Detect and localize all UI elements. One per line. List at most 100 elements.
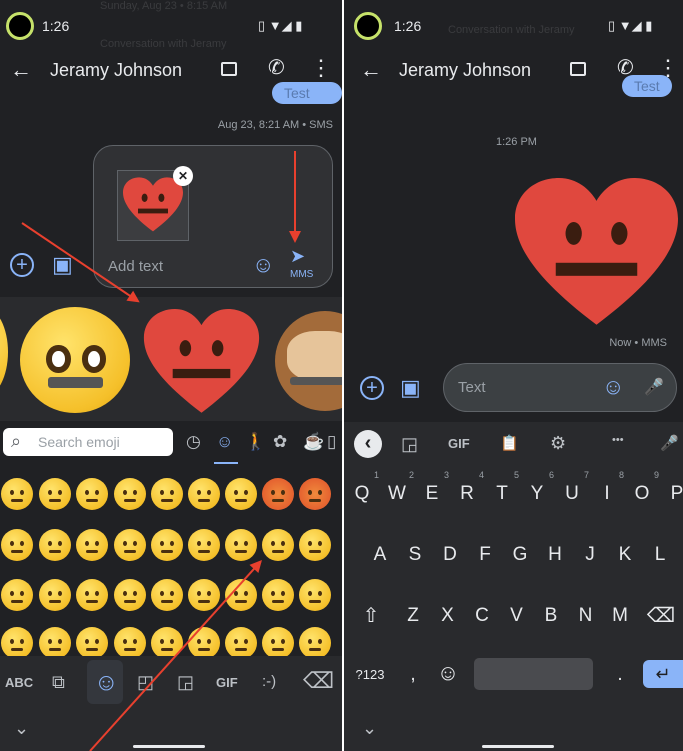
sent-heart-zipper-emoji[interactable] — [515, 178, 678, 328]
key-y[interactable]: Y6 — [522, 470, 554, 515]
emoji-tab-button[interactable]: ☺ — [87, 660, 123, 704]
emoji-exploding-head[interactable] — [299, 579, 331, 611]
key-k[interactable]: K — [610, 534, 640, 576]
key-m[interactable]: M — [605, 595, 635, 637]
text-input[interactable]: Text ☺ 🎤 — [443, 363, 677, 412]
key-s[interactable]: S — [400, 534, 430, 576]
emoji-worried[interactable] — [114, 529, 146, 561]
emoji-pouting[interactable] — [262, 478, 294, 510]
key-d[interactable]: D — [435, 534, 465, 576]
emoji-disappointed[interactable] — [114, 627, 146, 659]
emoji-angry[interactable] — [225, 478, 257, 510]
toolbar-back-button[interactable]: ‹ — [354, 430, 382, 458]
clipboard-icon[interactable]: 📋 — [500, 434, 519, 454]
space-key[interactable] — [474, 658, 593, 690]
emoji-astonished[interactable] — [188, 579, 220, 611]
shift-key[interactable]: ⇧ — [356, 595, 386, 637]
back-icon[interactable]: ← — [10, 59, 32, 81]
suggestion-partial[interactable] — [0, 307, 8, 397]
emoji-tired[interactable] — [262, 627, 294, 659]
category-smileys-icon[interactable]: ☺ — [216, 432, 233, 452]
backspace-key[interactable]: ⌫ — [646, 595, 676, 637]
add-attachment-button[interactable]: + — [10, 253, 34, 277]
gallery-icon[interactable]: ▣ — [400, 375, 421, 401]
emoji-monocle[interactable] — [76, 478, 108, 510]
key-i[interactable]: I8 — [592, 470, 624, 515]
emoji-grimacing[interactable] — [188, 529, 220, 561]
key-o[interactable]: O9 — [627, 470, 659, 515]
emoji-flushed[interactable] — [225, 529, 257, 561]
more-options-icon[interactable]: ••• — [612, 434, 624, 446]
key-e[interactable]: E3 — [417, 470, 449, 515]
add-attachment-button[interactable]: + — [360, 376, 384, 400]
message-bubble[interactable]: Test — [272, 82, 342, 104]
emoji-icon[interactable]: ☺ — [602, 374, 624, 400]
emoji-downcast-sweat[interactable] — [76, 627, 108, 659]
key-n[interactable]: N — [571, 595, 601, 637]
key-t[interactable]: T5 — [487, 470, 519, 515]
suggestion-heart-zipper[interactable] — [143, 309, 260, 415]
key-x[interactable]: X — [433, 595, 463, 637]
compose-box[interactable]: ✕ Add text ☺ ➤ MMS — [93, 145, 333, 288]
key-l[interactable]: L — [645, 534, 675, 576]
send-mms-label[interactable]: MMS — [290, 269, 313, 280]
suggestion-pleading-zipper[interactable] — [20, 307, 130, 413]
key-h[interactable]: H — [540, 534, 570, 576]
category-people-icon[interactable]: 🚶 — [245, 432, 266, 452]
voice-input-icon[interactable]: 🎤 — [660, 434, 679, 454]
emoji-cursing[interactable] — [299, 478, 331, 510]
back-icon[interactable]: ← — [360, 59, 382, 81]
emoji-slightly-frowning[interactable] — [39, 529, 71, 561]
symbols-key[interactable]: ?123 — [349, 654, 391, 696]
gif-button[interactable]: GIF — [448, 436, 470, 451]
emoji-steam-nose[interactable] — [188, 478, 220, 510]
emoji-thinking[interactable] — [1, 478, 33, 510]
emoji-icon[interactable]: ☺ — [252, 252, 274, 278]
more-icon[interactable]: ⋮ — [310, 57, 332, 79]
key-b[interactable]: B — [536, 595, 566, 637]
emoji-eye-roll[interactable] — [114, 478, 146, 510]
emoji-unamused[interactable] — [151, 478, 183, 510]
nav-handle[interactable] — [482, 745, 554, 748]
key-j[interactable]: J — [575, 534, 605, 576]
abc-button[interactable]: ABC — [5, 675, 33, 690]
category-recent-icon[interactable]: ◷ — [186, 432, 201, 452]
category-food-icon[interactable]: ☕ — [303, 432, 324, 452]
send-icon[interactable]: ➤ — [290, 246, 305, 267]
phone-icon[interactable]: ✆ — [268, 58, 285, 78]
key-g[interactable]: G — [505, 534, 535, 576]
emoji-zipper-mouth[interactable] — [262, 529, 294, 561]
suggestion-monkey-zipper[interactable] — [275, 311, 342, 411]
key-r[interactable]: R4 — [452, 470, 484, 515]
video-call-icon[interactable] — [570, 62, 586, 76]
video-call-icon[interactable] — [221, 62, 237, 76]
key-f[interactable]: F — [470, 534, 500, 576]
collapse-keyboard-icon[interactable]: ⌄ — [362, 718, 377, 738]
emoji-crying[interactable] — [1, 627, 33, 659]
emoji-confused[interactable] — [76, 529, 108, 561]
emoji-pleading[interactable] — [151, 529, 183, 561]
category-animals-icon[interactable]: ✿ — [273, 432, 287, 452]
gif-button[interactable]: GIF — [216, 675, 238, 690]
sticker-icon[interactable]: ◲ — [177, 672, 194, 692]
collapse-keyboard-icon[interactable]: ⌄ — [14, 718, 29, 738]
key-z[interactable]: Z — [398, 595, 428, 637]
comma-key[interactable]: , — [398, 654, 428, 696]
key-c[interactable]: C — [467, 595, 497, 637]
emoji-raised-eyebrow[interactable] — [39, 478, 71, 510]
emoji-hand-over-mouth[interactable] — [299, 529, 331, 561]
mic-icon[interactable]: 🎤 — [644, 377, 664, 397]
emoji-anguished[interactable] — [76, 579, 108, 611]
backspace-icon[interactable]: ⌫ — [303, 670, 334, 692]
emoji-frowning[interactable] — [1, 529, 33, 561]
emoji-dizzy[interactable] — [299, 627, 331, 659]
emoji-hushed[interactable] — [151, 579, 183, 611]
sticker-icon[interactable]: ◲ — [401, 434, 418, 454]
emoji-screaming[interactable] — [262, 579, 294, 611]
add-text-input[interactable]: Add text — [108, 258, 163, 275]
remove-attachment-button[interactable]: ✕ — [173, 166, 193, 186]
emoji-weary[interactable] — [225, 627, 257, 659]
sticker-search-icon[interactable]: ⧉ — [52, 672, 65, 692]
key-v[interactable]: V — [502, 595, 532, 637]
key-a[interactable]: A — [365, 534, 395, 576]
